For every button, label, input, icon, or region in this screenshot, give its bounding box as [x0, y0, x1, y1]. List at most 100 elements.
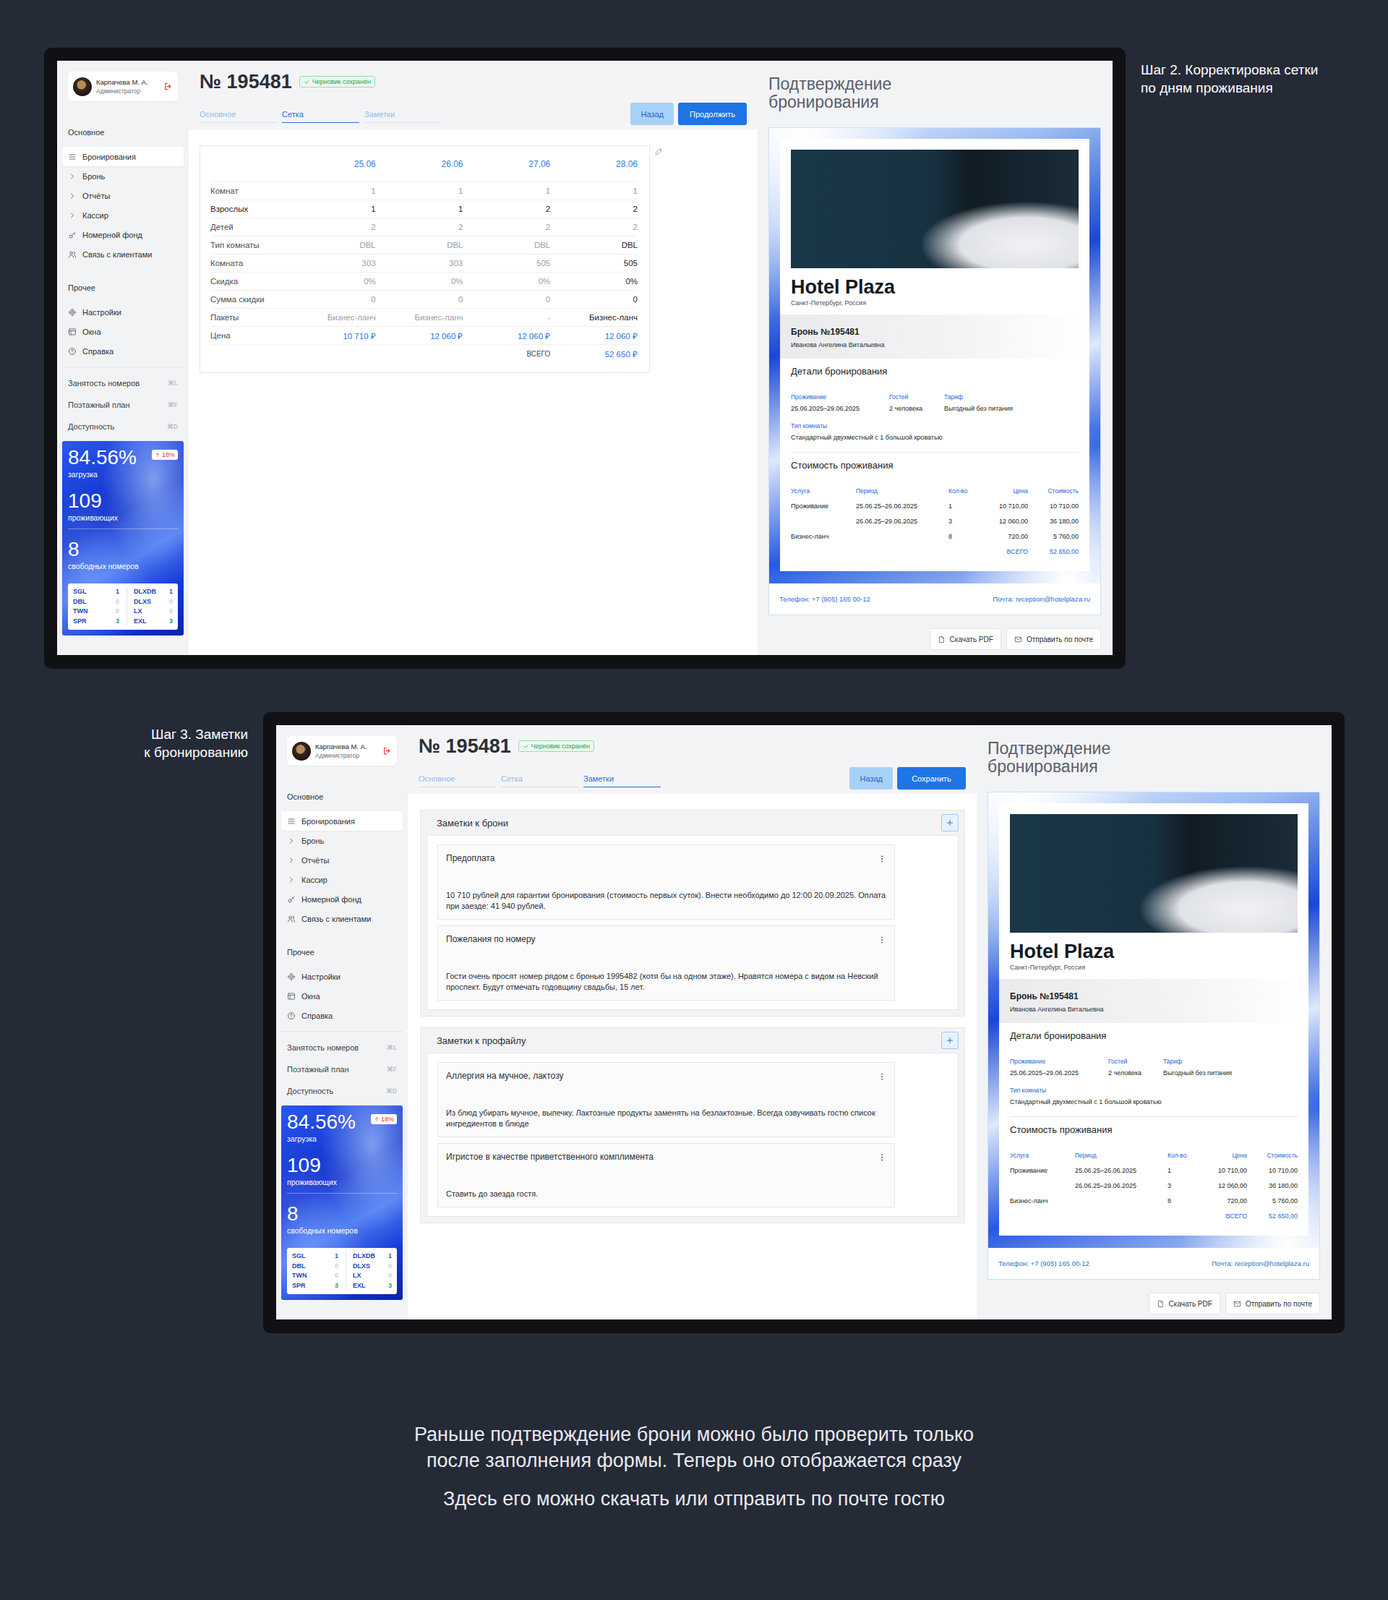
grid-cell[interactable]: 2 — [550, 222, 638, 232]
shortcut-item[interactable]: Доступность ⌘D — [62, 415, 184, 438]
primary-button[interactable]: Продолжить — [678, 102, 747, 126]
grid-cell[interactable]: 2 — [288, 222, 376, 232]
grid-cell[interactable]: 0 — [288, 294, 376, 304]
sidebar-item[interactable]: Кассир — [281, 869, 403, 890]
room-types-column: SGL 1DBL 0TWN 0SPR 3 — [73, 587, 120, 627]
sidebar-item[interactable]: Кассир — [62, 205, 184, 225]
back-button[interactable]: Назад — [849, 767, 893, 790]
grid-cell[interactable]: 1 — [288, 204, 376, 214]
tab[interactable]: Заметки — [583, 771, 661, 788]
grid-date[interactable]: 27.06 — [463, 159, 551, 170]
note-card[interactable]: Аллергия на мучное, лактозу Из блюд убир… — [437, 1061, 895, 1138]
nav-group-title: Основное — [286, 791, 397, 802]
grid-cell[interactable]: 303 — [375, 258, 464, 268]
edit-grid-button[interactable] — [654, 146, 664, 157]
grid-cell[interactable]: 1 — [463, 186, 551, 196]
sidebar-item[interactable]: Окна — [281, 986, 403, 1006]
sidebar-item[interactable]: Бронирования — [281, 811, 403, 831]
grid-cell[interactable]: 0% — [463, 276, 551, 286]
grid-cell[interactable]: 0 — [463, 294, 551, 304]
grid-cell[interactable]: 10 710 ₽ — [288, 330, 376, 342]
shortcut-item[interactable]: Поэтажный план ⌘F — [281, 1058, 403, 1081]
sidebar-item[interactable]: Бронирования — [62, 146, 184, 167]
shortcut-item[interactable]: Занятость номеров ⌘L — [62, 372, 184, 394]
sidebar-item[interactable]: Настройки — [281, 966, 403, 987]
grid-cell[interactable]: 0 — [375, 294, 464, 304]
add-note-button[interactable] — [941, 1031, 959, 1049]
document-action-button[interactable]: Отправить по почте — [1225, 1292, 1321, 1315]
user-card[interactable]: Карпачева М. А. Администратор — [286, 735, 397, 766]
caption-line: к бронированию — [0, 743, 248, 762]
logout-button[interactable] — [382, 746, 392, 756]
grid-cell[interactable]: 0% — [550, 276, 638, 286]
tab[interactable]: Основное — [418, 771, 496, 788]
grid-cell[interactable]: 505 — [463, 258, 551, 268]
grid-cell[interactable]: DBL — [375, 240, 464, 250]
sidebar-item[interactable]: Справка — [62, 341, 184, 361]
grid-cell[interactable]: 0% — [288, 276, 376, 286]
sidebar-item[interactable]: Справка — [281, 1005, 403, 1026]
grid-cell[interactable]: 1 — [550, 186, 638, 196]
document-action-button[interactable]: Отправить по почте — [1006, 628, 1102, 650]
grid-cell[interactable]: DBL — [550, 240, 638, 250]
grid-date[interactable]: 28.06 — [550, 159, 638, 170]
sidebar-item[interactable]: Номерной фонд — [62, 224, 184, 245]
tab[interactable]: Заметки — [364, 106, 442, 123]
logout-icon[interactable] — [382, 746, 392, 756]
sidebar-item[interactable]: Номерной фонд — [281, 889, 403, 909]
note-card[interactable]: Игристое в качестве приветственного комп… — [437, 1142, 895, 1208]
grid-cell[interactable]: 0 — [550, 294, 638, 304]
grid-cell[interactable]: Бизнес-ланч — [550, 313, 638, 322]
grid-cell[interactable]: 2 — [463, 204, 551, 214]
grid-row: Детей 2222 — [210, 218, 638, 237]
shortcut-item[interactable]: Доступность ⌘D — [281, 1080, 403, 1102]
sidebar-item[interactable]: Бронь — [62, 166, 184, 186]
sidebar-item[interactable]: Связь с клиентами — [281, 908, 403, 929]
grid-date[interactable]: 26.06 — [375, 159, 464, 170]
grid-cell[interactable]: 1 — [375, 204, 464, 214]
sidebar-item[interactable]: Связь с клиентами — [62, 244, 184, 264]
grid-cell[interactable]: 0% — [375, 276, 464, 286]
grid-cell[interactable]: 1 — [375, 186, 464, 196]
tab[interactable]: Сетка — [281, 106, 360, 123]
back-button[interactable]: Назад — [630, 102, 674, 126]
grid-cell[interactable]: 12 060 ₽ — [375, 330, 464, 342]
shortcut-item[interactable]: Занятость номеров ⌘L — [281, 1036, 403, 1059]
grid-cell[interactable]: 505 — [550, 258, 638, 268]
grid-cell[interactable]: - — [463, 313, 551, 322]
grid-cell[interactable]: DBL — [463, 240, 551, 250]
grid-cell[interactable]: Бизнес-ланч — [288, 313, 376, 322]
note-menu-button[interactable] — [877, 935, 887, 945]
tab[interactable]: Сетка — [500, 771, 579, 788]
note-card[interactable]: Пожелания по номеру Гости очень просят н… — [437, 925, 895, 1001]
grid-cell[interactable]: 2 — [463, 222, 551, 232]
logout-button[interactable] — [163, 81, 173, 92]
grid-date[interactable]: 25.06 — [288, 159, 376, 170]
note-menu-button[interactable] — [877, 854, 887, 864]
grid-cell[interactable]: 1 — [288, 186, 376, 196]
grid-cell[interactable]: Бизнес-ланч — [375, 313, 464, 322]
sidebar-item[interactable]: Отчёты — [62, 185, 184, 206]
document-action-button[interactable]: Скачать PDF — [929, 628, 1002, 650]
grid-cell[interactable]: 12 060 ₽ — [550, 330, 638, 342]
sidebar-item[interactable]: Бронь — [281, 830, 403, 851]
grid-cell[interactable]: 303 — [288, 258, 376, 268]
add-note-button[interactable] — [941, 814, 959, 832]
sidebar-item[interactable]: Отчёты — [281, 850, 403, 870]
user-card[interactable]: Карпачева М. А. Администратор — [67, 71, 178, 102]
primary-button[interactable]: Сохранить — [897, 767, 966, 790]
note-menu-button[interactable] — [877, 1072, 887, 1081]
note-card[interactable]: Предоплата 10 710 рублей для гарантии бр… — [437, 844, 895, 920]
sidebar-item[interactable]: Окна — [62, 321, 184, 342]
grid-cell[interactable]: 2 — [550, 204, 638, 214]
shortcut-item[interactable]: Поэтажный план ⌘F — [62, 393, 184, 416]
grid-cell[interactable]: DBL — [288, 240, 376, 250]
sidebar-item[interactable]: Настройки — [62, 302, 184, 322]
document-action-button[interactable]: Скачать PDF — [1148, 1292, 1221, 1315]
step-caption: Шаг 3. Заметкик бронированию — [0, 712, 248, 762]
logout-icon[interactable] — [163, 81, 173, 92]
grid-cell[interactable]: 2 — [375, 222, 464, 232]
note-menu-button[interactable] — [877, 1153, 887, 1162]
grid-cell[interactable]: 12 060 ₽ — [463, 330, 551, 342]
tab[interactable]: Основное — [199, 106, 277, 123]
